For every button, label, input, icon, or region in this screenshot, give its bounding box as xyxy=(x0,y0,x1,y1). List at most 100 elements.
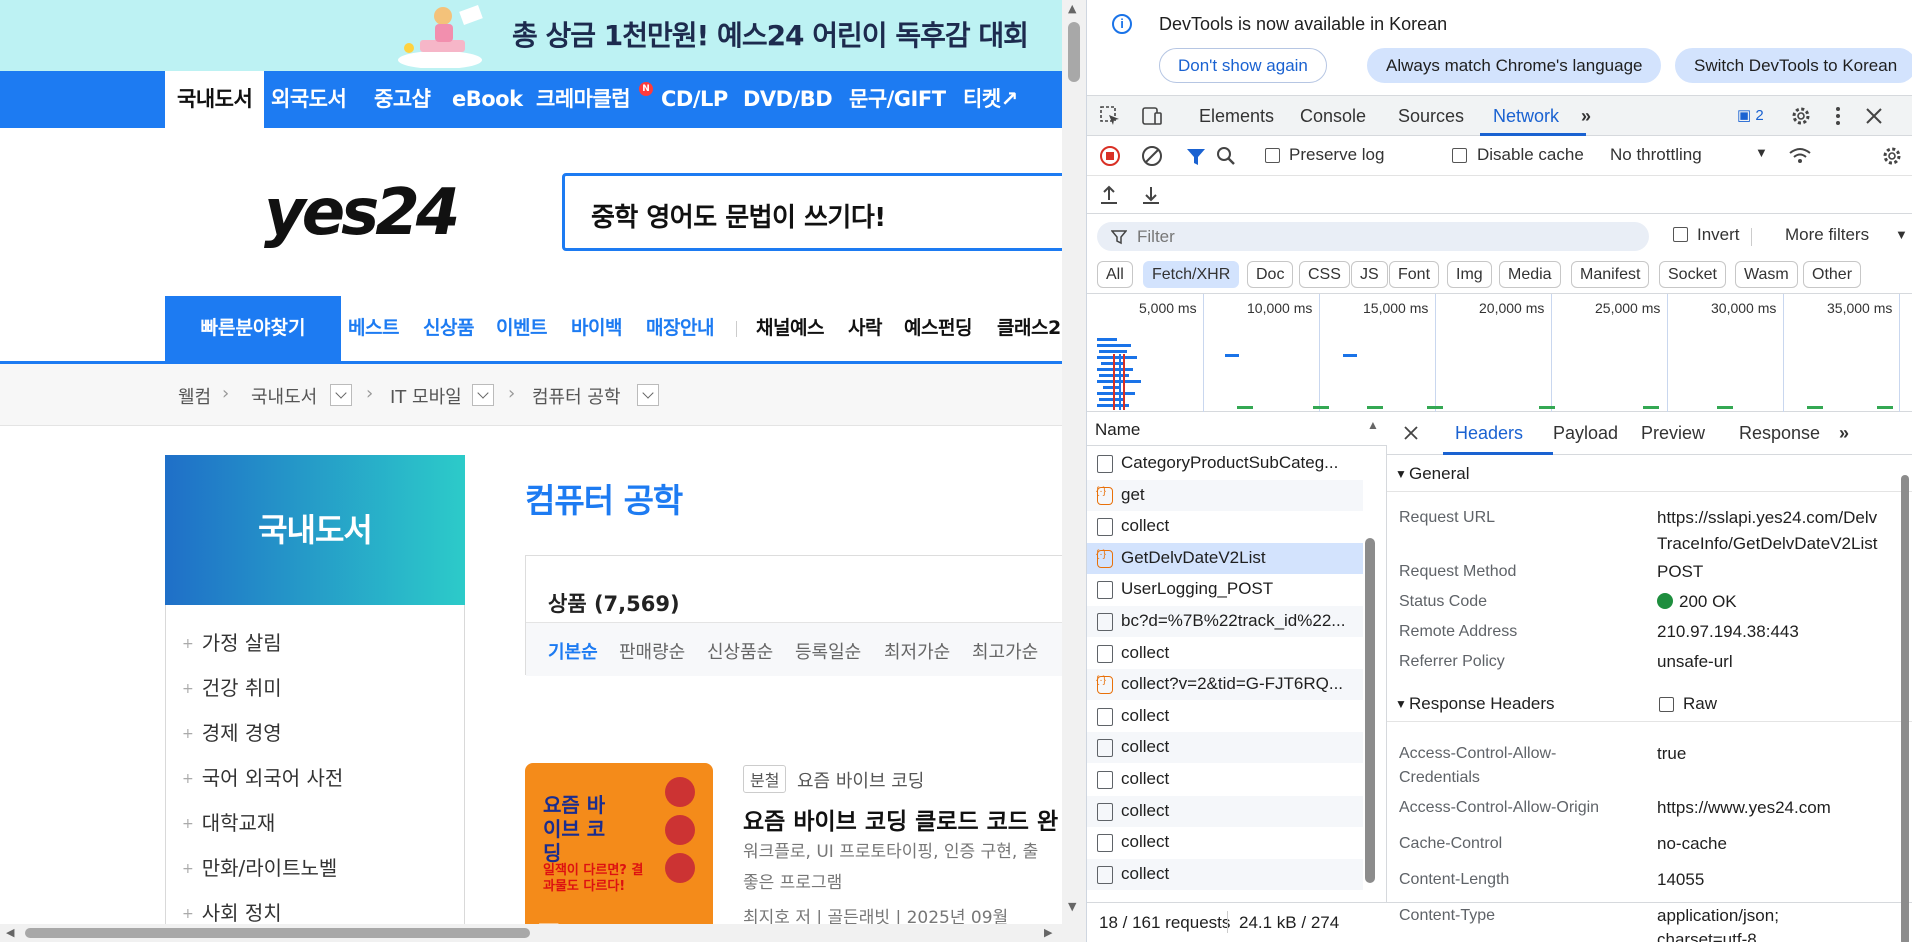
request-row[interactable]: collect xyxy=(1087,858,1363,890)
gnb-item-foreign[interactable]: 외국도서 xyxy=(271,71,347,128)
type-filter-css[interactable]: CSS xyxy=(1299,261,1350,288)
close-icon[interactable] xyxy=(1863,105,1885,127)
breadcrumb-welcome[interactable]: 웰컴 xyxy=(178,383,211,409)
vertical-scrollbar[interactable]: ▲ ▼ xyxy=(1062,0,1086,942)
sort-highest-price[interactable]: 최고가순 xyxy=(972,638,1038,664)
gnb-item-ticket[interactable]: 티켓↗ xyxy=(963,71,1018,128)
throttling-select[interactable]: No throttling xyxy=(1610,145,1702,165)
quick-category-button[interactable]: 빠른분야찾기 xyxy=(165,296,341,361)
tab-elements[interactable]: Elements xyxy=(1199,106,1274,127)
search-icon[interactable] xyxy=(1215,145,1237,167)
dont-show-again-button[interactable]: Don't show again xyxy=(1159,48,1327,83)
scroll-thumb[interactable] xyxy=(1365,538,1375,883)
tab-response[interactable]: Response xyxy=(1739,423,1820,444)
network-conditions-icon[interactable] xyxy=(1787,145,1813,167)
preserve-log-checkbox[interactable] xyxy=(1265,148,1280,163)
gnb-item-gift[interactable]: 문구/GIFT xyxy=(849,71,946,128)
book-cover[interactable]: 요즘 바이브 코딩 일잭이 다르면? 결과물도 다르다! 클로드코드 xyxy=(525,763,713,942)
tab-headers[interactable]: Headers xyxy=(1455,423,1523,444)
scroll-right-icon[interactable]: ▶ xyxy=(1044,926,1052,939)
promo-banner[interactable]: 총 상금 1천만원! 예스24 어린이 독후감 대회 xyxy=(0,0,1062,71)
request-row[interactable]: collect xyxy=(1087,701,1363,732)
scroll-thumb[interactable] xyxy=(25,928,530,938)
type-filter-font[interactable]: Font xyxy=(1389,261,1440,288)
tab-network[interactable]: Network xyxy=(1493,106,1559,127)
chevron-down-icon[interactable] xyxy=(472,384,494,406)
breadcrumb-it[interactable]: IT 모바일 xyxy=(390,383,462,409)
type-filter-js[interactable]: JS xyxy=(1351,261,1388,288)
gnb-item-cdlp[interactable]: CD/LP xyxy=(661,71,728,128)
request-row[interactable]: collect xyxy=(1087,511,1363,542)
scroll-up-icon[interactable]: ▲ xyxy=(1068,2,1076,15)
filter-icon[interactable] xyxy=(1185,146,1207,168)
lnb-buyback[interactable]: 바이백 xyxy=(571,296,622,361)
tab-sources[interactable]: Sources xyxy=(1398,106,1464,127)
request-row[interactable]: UserLogging_POST xyxy=(1087,574,1363,605)
breadcrumb-cs[interactable]: 컴퓨터 공학 xyxy=(532,383,621,409)
lnb-sarak[interactable]: 사락 xyxy=(848,296,882,361)
gnb-item-used[interactable]: 중고샵 xyxy=(374,71,431,128)
gnb-item-domestic[interactable]: 국내도서 xyxy=(165,71,265,128)
request-row[interactable]: CategoryProductSubCateg... xyxy=(1087,448,1363,479)
sidebar-item[interactable]: + 사회 정치 xyxy=(182,897,282,926)
disable-cache-checkbox[interactable] xyxy=(1452,148,1467,163)
breadcrumb-domestic[interactable]: 국내도서 xyxy=(251,383,317,409)
match-language-button[interactable]: Always match Chrome's language xyxy=(1367,48,1662,83)
detail-scrollbar[interactable] xyxy=(1901,457,1909,942)
sidebar-item[interactable]: + 경제 경영 xyxy=(182,717,282,746)
type-filter-other[interactable]: Other xyxy=(1803,261,1862,288)
sort-lowest-price[interactable]: 최저가순 xyxy=(884,638,950,664)
export-har-icon[interactable] xyxy=(1141,184,1161,206)
request-row[interactable]: get xyxy=(1087,479,1363,511)
close-detail-icon[interactable] xyxy=(1403,425,1419,441)
import-har-icon[interactable] xyxy=(1099,184,1119,206)
lnb-event[interactable]: 이벤트 xyxy=(496,296,547,361)
type-filter-all[interactable]: All xyxy=(1097,261,1133,288)
chevron-down-icon[interactable] xyxy=(330,384,352,406)
request-row[interactable]: GetDelvDateV2List xyxy=(1087,542,1363,574)
yes24-logo[interactable]: yes24 xyxy=(262,176,472,250)
type-filter-doc[interactable]: Doc xyxy=(1247,261,1294,288)
network-settings-gear-icon[interactable] xyxy=(1881,145,1903,167)
sidebar-item[interactable]: + 가정 살림 xyxy=(182,627,282,656)
sort-default[interactable]: 기본순 xyxy=(548,638,598,664)
horizontal-scrollbar[interactable]: ◀ ▶ xyxy=(0,924,1062,942)
gnb-item-ebook[interactable]: eBook xyxy=(452,71,523,128)
more-tabs-icon[interactable]: » xyxy=(1839,423,1849,444)
sort-newest[interactable]: 신상품순 xyxy=(707,638,773,664)
raw-checkbox[interactable] xyxy=(1659,697,1674,712)
filter-input[interactable]: Filter xyxy=(1097,222,1649,251)
sort-registered[interactable]: 등록일순 xyxy=(795,638,861,664)
tab-payload[interactable]: Payload xyxy=(1553,423,1618,444)
chevron-down-icon[interactable] xyxy=(637,384,659,406)
scroll-up-icon[interactable]: ▲ xyxy=(1367,418,1379,432)
settings-gear-icon[interactable] xyxy=(1790,105,1812,127)
scroll-thumb[interactable] xyxy=(1901,475,1909,942)
more-filters-button[interactable]: More filters xyxy=(1785,225,1869,245)
invert-checkbox[interactable] xyxy=(1673,227,1688,242)
lnb-new[interactable]: 신상품 xyxy=(423,296,474,361)
sidebar-item[interactable]: + 대학교재 xyxy=(182,807,275,836)
sort-sales[interactable]: 판매량순 xyxy=(619,638,685,664)
tab-preview[interactable]: Preview xyxy=(1641,423,1705,444)
gnb-item-dvd[interactable]: DVD/BD xyxy=(743,71,833,128)
more-tabs-icon[interactable]: » xyxy=(1581,106,1591,127)
switch-korean-button[interactable]: Switch DevTools to Korean xyxy=(1675,48,1912,83)
request-row[interactable]: collect xyxy=(1087,764,1363,795)
response-headers-section-header[interactable]: ▼ Response Headers Raw xyxy=(1387,686,1912,722)
lnb-class[interactable]: 클래스2 xyxy=(997,296,1061,361)
lnb-funding[interactable]: 예스펀딩 xyxy=(904,296,972,361)
sidebar-item[interactable]: + 건강 취미 xyxy=(182,672,282,701)
request-row[interactable]: collect xyxy=(1087,795,1363,827)
request-list-scrollbar[interactable] xyxy=(1365,448,1375,902)
request-list-header[interactable]: Name ▲ xyxy=(1087,412,1387,446)
tab-console[interactable]: Console xyxy=(1300,106,1366,127)
sidebar-item[interactable]: + 국어 외국어 사전 xyxy=(182,762,343,791)
request-row[interactable]: collect xyxy=(1087,638,1363,669)
sidebar-item[interactable]: + 만화/라이트노벨 xyxy=(182,852,337,881)
inspect-element-icon[interactable] xyxy=(1099,105,1121,127)
search-box[interactable]: 중학 영어도 문법이 쓰기다! xyxy=(562,173,1062,251)
scroll-down-icon[interactable]: ▼ xyxy=(1068,900,1076,913)
type-filter-manifest[interactable]: Manifest xyxy=(1571,261,1650,288)
type-filter-socket[interactable]: Socket xyxy=(1659,261,1726,288)
